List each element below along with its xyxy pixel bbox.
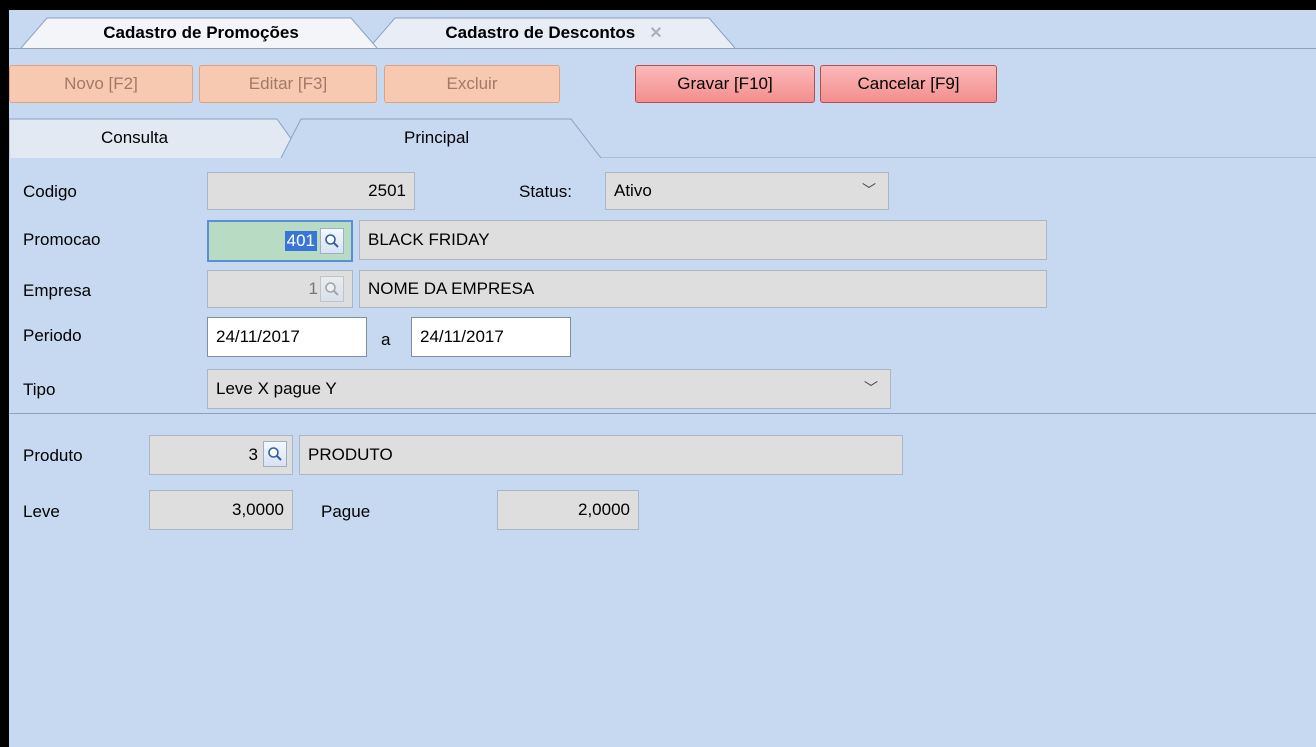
editar-button[interactable]: Editar [F3] bbox=[199, 65, 377, 103]
status-select[interactable]: Ativo ﹀ bbox=[605, 172, 889, 210]
page-tab-shapes bbox=[9, 118, 1316, 158]
tab-cadastro-de-descontos-label: Cadastro de Descontos bbox=[445, 22, 636, 42]
leve-input[interactable]: 3,0000 bbox=[149, 490, 293, 530]
page-tab-strip: Consulta Principal bbox=[9, 116, 1316, 158]
tab-principal[interactable]: Principal bbox=[404, 128, 469, 148]
periodo-separator: a bbox=[381, 330, 391, 349]
codigo-label: Codigo bbox=[23, 182, 77, 201]
tipo-value: Leve X pague Y bbox=[216, 379, 337, 398]
codigo-field[interactable]: 2501 bbox=[207, 172, 415, 210]
screen-frame: Cadastro de Descontos ✕ Cadastro de Prom… bbox=[0, 0, 1316, 747]
magnifier-icon[interactable] bbox=[320, 228, 344, 254]
promocao-name-field[interactable]: BLACK FRIDAY bbox=[359, 220, 1047, 260]
periodo-end-input[interactable]: 24/11/2017 bbox=[411, 317, 571, 357]
produto-name-field[interactable]: PRODUTO bbox=[299, 435, 903, 475]
excluir-button[interactable]: Excluir bbox=[384, 65, 560, 103]
promocao-code-value: 401 bbox=[284, 231, 317, 251]
periodo-label: Periodo bbox=[23, 326, 82, 345]
pague-label: Pague bbox=[321, 502, 371, 521]
document-tab-strip: Cadastro de Descontos ✕ Cadastro de Prom… bbox=[9, 10, 1316, 49]
chevron-down-icon[interactable]: ﹀ bbox=[862, 180, 876, 200]
empresa-name-field[interactable]: NOME DA EMPRESA bbox=[359, 270, 1047, 308]
novo-button[interactable]: Novo [F2] bbox=[9, 65, 193, 103]
status-value: Ativo bbox=[614, 181, 652, 200]
periodo-start-input[interactable]: 24/11/2017 bbox=[207, 317, 367, 357]
chevron-down-icon[interactable]: ﹀ bbox=[864, 378, 878, 398]
gravar-button[interactable]: Gravar [F10] bbox=[635, 65, 815, 103]
toolbar: Novo [F2] Editar [F3] Excluir Gravar [F1… bbox=[9, 49, 1316, 116]
tab-cadastro-de-promocoes[interactable]: Cadastro de Promoções bbox=[21, 17, 381, 48]
tipo-label: Tipo bbox=[23, 380, 56, 399]
promocao-label: Promocao bbox=[23, 230, 101, 249]
pague-input[interactable]: 2,0000 bbox=[497, 490, 639, 530]
tipo-select[interactable]: Leve X pague Y ﹀ bbox=[207, 369, 891, 409]
main-form: Codigo 2501 Status: Ativo ﹀ Promocao 401… bbox=[9, 158, 1316, 747]
empresa-label: Empresa bbox=[23, 281, 92, 300]
leve-label: Leve bbox=[23, 502, 60, 521]
tab-cadastro-de-promocoes-label: Cadastro de Promoções bbox=[103, 22, 299, 42]
close-icon[interactable]: ✕ bbox=[649, 23, 662, 43]
magnifier-icon[interactable] bbox=[263, 441, 287, 467]
section-divider bbox=[9, 413, 1316, 414]
tab-consulta[interactable]: Consulta bbox=[101, 128, 168, 148]
status-label: Status: bbox=[519, 182, 572, 201]
cancelar-button[interactable]: Cancelar [F9] bbox=[820, 65, 997, 103]
produto-label: Produto bbox=[23, 446, 83, 465]
magnifier-icon[interactable] bbox=[320, 276, 344, 302]
app-window: Cadastro de Descontos ✕ Cadastro de Prom… bbox=[9, 10, 1316, 747]
tab-cadastro-de-descontos[interactable]: Cadastro de Descontos ✕ bbox=[369, 17, 739, 48]
